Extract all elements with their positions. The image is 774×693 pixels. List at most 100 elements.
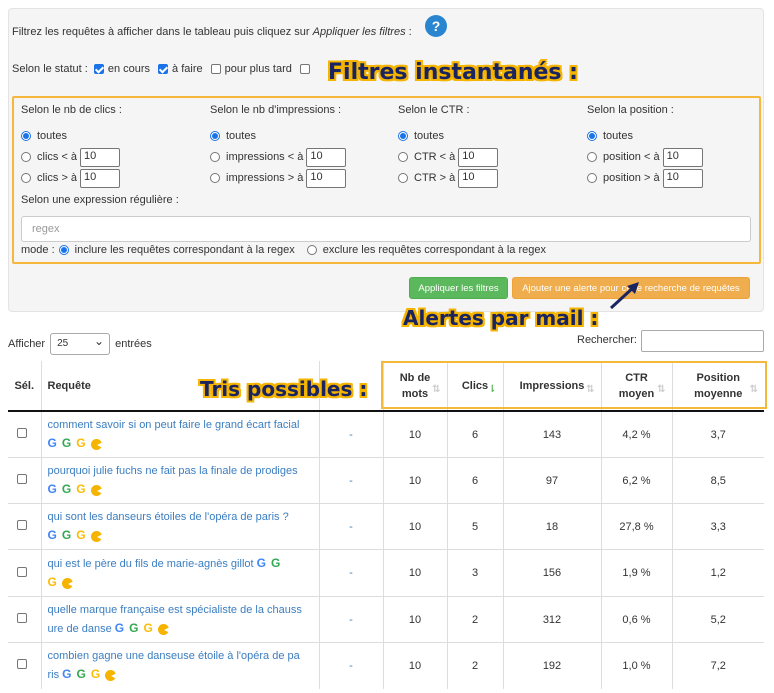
pacman-icon[interactable] [105,669,118,681]
header-clicks-label: Clics [461,379,489,392]
sort-icon: ⇅ [432,384,441,395]
clicks-lt-label: clics < à [37,151,78,163]
clicks-all-radio[interactable] [21,131,31,141]
words-cell: 10 [382,549,447,597]
mode-label: mode : [21,244,55,256]
clicks-gt-radio[interactable] [21,173,31,183]
dash-cell: - [318,410,383,458]
google-icon[interactable]: G [62,526,71,544]
arrow-icon [609,282,639,310]
show-label: Afficher [8,338,46,350]
mode-exclude-radio[interactable] [306,245,317,255]
clicks-lt-radio[interactable] [21,152,31,162]
impressions-all-radio[interactable] [210,131,220,141]
google-icon[interactable]: G [62,665,71,683]
position-lt-radio[interactable] [587,152,597,162]
impressions-gt-radio[interactable] [210,173,220,183]
clicks-lt-input[interactable]: 10 [80,147,121,167]
pacman-icon[interactable] [157,623,170,635]
apply-filters-button[interactable]: Appliquer les filtres [409,277,508,299]
search-input[interactable] [641,330,764,352]
impressions-filter-head: Selon le nb d'impressions : [210,104,342,116]
status-a-faire-checkbox[interactable] [158,64,169,74]
ctr-all-radio[interactable] [398,131,408,141]
status-en-cours-checkbox[interactable] [93,64,104,74]
query-link[interactable]: pourquoi julie fuchs ne fait pas la fina… [48,465,298,477]
row-select-checkbox[interactable] [17,474,28,484]
pacman-icon[interactable] [90,484,103,496]
header-words[interactable]: Nb de mots ⇅ [382,361,447,412]
row-select-checkbox[interactable] [17,428,28,438]
status-option-label: à faire [172,63,203,75]
row-select-checkbox[interactable] [17,659,28,670]
header-ctr[interactable]: CTR moyen ⇅ [600,361,672,412]
pacman-icon[interactable] [90,530,103,542]
row-select-checkbox[interactable] [17,566,28,577]
status-plus-tard-checkbox[interactable] [210,64,221,74]
pacman-icon[interactable] [90,438,103,450]
impressions-cell: 192 [502,642,601,689]
row-select-checkbox[interactable] [17,520,28,530]
header-impressions[interactable]: Impressions ⇅ [502,361,601,412]
ctr-gt-radio[interactable] [398,173,408,183]
google-icon[interactable]: G [76,480,85,498]
clicks-gt-input[interactable]: 10 [80,168,121,188]
status-filter: Selon le statut : en cours à faire pour … [12,63,314,75]
google-icon[interactable]: G [76,434,85,452]
google-icon[interactable]: G [257,554,266,572]
google-icon[interactable]: G [77,665,86,683]
regex-input[interactable]: regex [21,216,751,242]
header-position[interactable]: Position moyenne ⇅ [671,361,764,412]
ctr-gt-input[interactable]: 10 [458,168,499,188]
google-icon[interactable]: G [115,619,124,637]
impressions-lt-radio[interactable] [210,152,220,162]
query-link[interactable]: qui est le père du fils de marie-agnès g… [48,558,254,570]
position-cell: 8,5 [671,457,764,504]
google-icon[interactable]: G [48,480,57,498]
clicks-all-label: toutes [37,130,67,142]
help-icon[interactable]: ? [425,15,447,37]
words-cell: 10 [382,457,447,504]
pacman-icon[interactable] [61,577,74,589]
google-icon[interactable]: G [48,573,57,591]
position-all-radio[interactable] [587,131,597,141]
search-label: Rechercher: [577,334,637,346]
google-icon[interactable]: G [271,554,280,572]
clicks-filter-head: Selon le nb de clics : [21,104,122,116]
page-size-select[interactable]: 25 [50,333,111,355]
google-icon[interactable]: G [62,434,71,452]
position-gt-input[interactable]: 10 [662,168,703,188]
query-link[interactable]: comment savoir si on peut faire le grand… [48,419,300,431]
ctr-filter: Selon le CTR : toutes CTR < à 10 CTR > à1… [398,104,499,189]
dash-cell: - [318,596,383,643]
impressions-lt-input[interactable]: 10 [306,147,347,167]
google-icon[interactable]: G [76,526,85,544]
sort-icon: ⇅ [749,384,758,395]
impressions-gt-input[interactable]: 10 [306,168,347,188]
header-position-label: Position moyenne [694,371,743,400]
row-select-checkbox[interactable] [17,613,28,623]
query-link[interactable]: quelle marque française est spécialiste … [48,604,302,635]
words-cell: 10 [382,596,447,643]
ctr-lt-radio[interactable] [398,152,408,162]
header-clicks[interactable]: Clics ⇂ [446,361,503,412]
intro-label: Filtrez les requêtes à afficher dans le … [12,26,313,38]
google-icon[interactable]: G [62,480,71,498]
clicks-cell: 3 [446,549,503,597]
position-lt-input[interactable]: 10 [662,147,703,167]
clicks-cell: 6 [446,457,503,504]
header-ctr-label: CTR moyen [618,371,655,400]
position-gt-radio[interactable] [587,173,597,183]
google-icon[interactable]: G [129,619,138,637]
google-icon[interactable]: G [143,619,152,637]
mode-include-radio[interactable] [58,245,69,255]
query-link[interactable]: qui sont les danseurs étoiles de l'opéra… [48,511,289,523]
status-extra-checkbox[interactable] [299,64,310,74]
google-icon[interactable]: G [48,526,57,544]
clicks-cell: 2 [446,642,503,689]
google-icon[interactable]: G [91,665,100,683]
mode-exclude-label: exclure les requêtes correspondant à la … [322,244,546,256]
ctr-lt-input[interactable]: 10 [458,147,499,167]
google-icon[interactable]: G [48,434,57,452]
clicks-cell: 5 [446,503,503,550]
